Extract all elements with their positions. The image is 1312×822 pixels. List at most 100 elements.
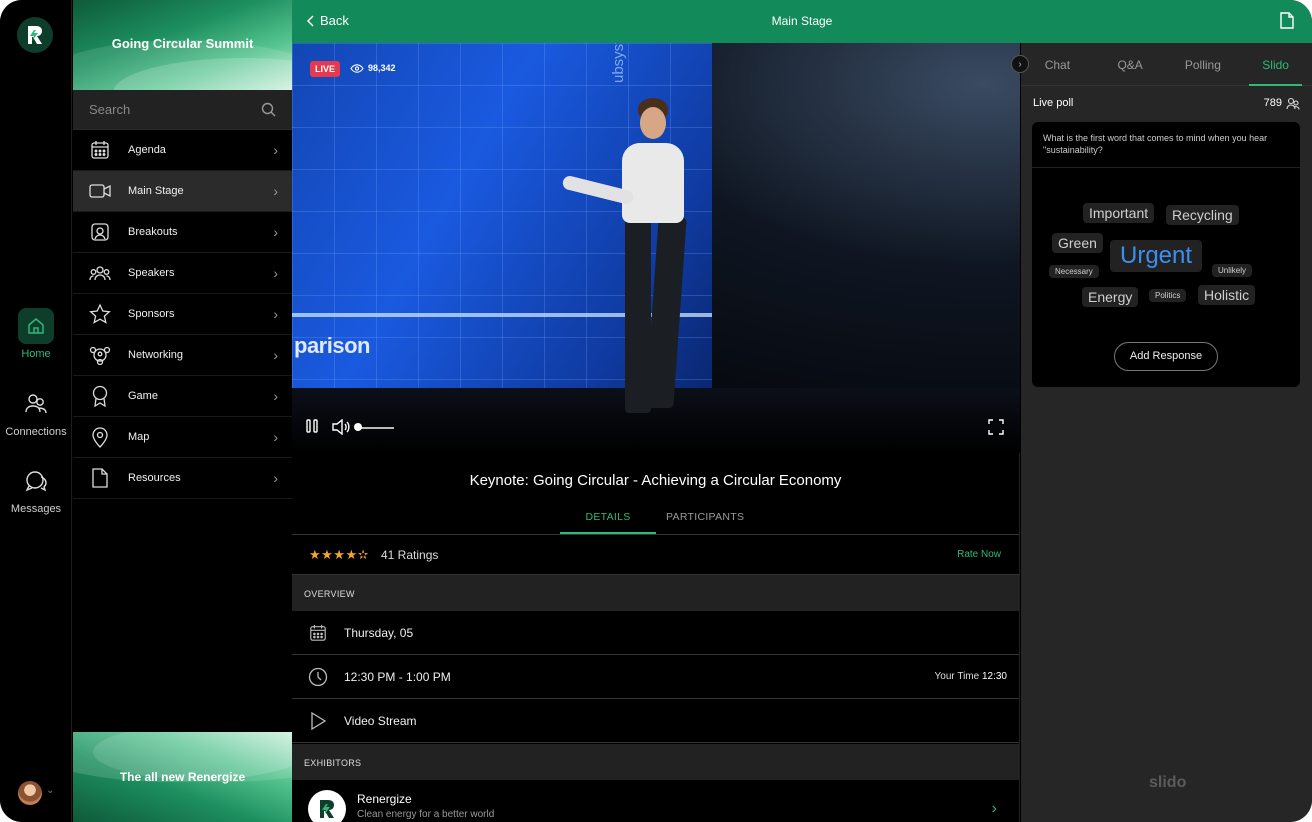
exhibitor-tagline: Clean energy for a better world xyxy=(357,809,495,820)
mute-button[interactable] xyxy=(332,418,350,440)
chevron-right-icon: › xyxy=(273,429,278,445)
top-bar: Back Main Stage xyxy=(292,0,1312,43)
chevron-right-icon: › xyxy=(273,347,278,363)
map-pin-icon xyxy=(89,426,111,448)
speakers-icon xyxy=(89,262,111,284)
chevron-right-icon: › xyxy=(273,224,278,240)
viewer-count: 98,342 xyxy=(350,63,396,73)
rail-connections-label: Connections xyxy=(5,426,67,438)
nav-item-networking[interactable]: Networking › xyxy=(73,335,292,376)
nav-item-label: Map xyxy=(128,431,150,443)
user-avatar[interactable] xyxy=(18,781,42,805)
add-response-button[interactable]: Add Response xyxy=(1114,342,1218,371)
rail-home[interactable]: Home xyxy=(0,308,72,360)
chevron-right-icon: › xyxy=(273,265,278,281)
word-cloud-item: Holistic xyxy=(1198,285,1256,305)
live-poll-label: Live poll xyxy=(1033,97,1074,109)
pause-button[interactable] xyxy=(306,419,318,438)
rate-now-link[interactable]: Rate Now xyxy=(957,549,1001,560)
nav-item-label: Speakers xyxy=(128,267,175,279)
ratings-row: ★★★★✫ 41 Ratings Rate Now xyxy=(292,535,1019,575)
people-icon xyxy=(1286,97,1300,110)
date-row: Thursday, 05 xyxy=(292,611,1019,655)
notes-button[interactable] xyxy=(1280,12,1294,34)
app-logo[interactable] xyxy=(17,17,53,53)
tab-slido[interactable]: Slido xyxy=(1239,43,1312,86)
chevron-right-icon: › xyxy=(273,142,278,158)
left-rail: Home Connections Messages ⌄ xyxy=(0,0,72,822)
word-cloud-item: Politics xyxy=(1149,289,1187,302)
video-controls xyxy=(292,417,1020,437)
tab-qa[interactable]: Q&A xyxy=(1094,43,1167,85)
stream-label: Video Stream xyxy=(344,713,417,728)
active-tab-indicator xyxy=(560,532,656,534)
session-date: Thursday, 05 xyxy=(344,625,414,640)
search-bar[interactable]: Search xyxy=(73,90,292,130)
screen-text: parison xyxy=(294,333,370,358)
word-cloud-item: Necessary xyxy=(1049,265,1099,278)
volume-slider-handle[interactable] xyxy=(354,423,362,431)
screen-vertical-text: ubsystem xyxy=(610,43,627,83)
viewer-count-value: 98,342 xyxy=(368,63,396,73)
promo-title: The all new Renergize xyxy=(119,770,246,784)
calendar-icon xyxy=(89,139,111,161)
nav-item-main-stage[interactable]: Main Stage › xyxy=(73,171,292,212)
session-time: 12:30 PM - 1:00 PM xyxy=(344,669,451,684)
nav-item-label: Main Stage xyxy=(128,185,184,197)
breakout-icon xyxy=(89,221,111,243)
play-icon xyxy=(292,711,344,730)
nav-item-agenda[interactable]: Agenda › xyxy=(73,130,292,171)
exhibitor-item[interactable]: Renergize Clean energy for a better worl… xyxy=(292,778,1019,822)
session-title: Keynote: Going Circular - Achieving a Ci… xyxy=(469,472,842,489)
nav-item-label: Agenda xyxy=(128,144,166,156)
word-cloud-item: Energy xyxy=(1082,287,1139,307)
chevron-down-icon[interactable]: ⌄ xyxy=(46,785,54,796)
poll-question: What is the first word that comes to min… xyxy=(1032,122,1300,168)
chevron-right-icon: › xyxy=(991,800,997,817)
nav-item-sponsors[interactable]: Sponsors › xyxy=(73,294,292,335)
star-rating: ★★★★✫ xyxy=(309,547,370,562)
overview-header: OVERVIEW xyxy=(292,575,1019,611)
tab-chat[interactable]: Chat xyxy=(1021,43,1094,85)
network-icon xyxy=(89,344,111,366)
stream-row[interactable]: Video Stream xyxy=(292,699,1019,743)
nav-item-breakouts[interactable]: Breakouts › xyxy=(73,212,292,253)
chevron-right-icon: › xyxy=(273,183,278,199)
nav-item-label: Resources xyxy=(128,472,181,484)
word-cloud-item: Unlikely xyxy=(1212,264,1253,277)
nav-item-map[interactable]: Map › xyxy=(73,417,292,458)
rail-home-label: Home xyxy=(21,348,51,360)
eye-icon xyxy=(350,63,364,73)
search-input[interactable]: Search xyxy=(89,102,130,117)
nav-item-label: Game xyxy=(128,390,158,402)
promo-banner[interactable]: The all new Renergize xyxy=(73,732,292,822)
chevron-right-icon: › xyxy=(273,470,278,486)
nav-item-game[interactable]: Game › xyxy=(73,376,292,417)
exhibitor-name: Renergize xyxy=(357,792,412,806)
document-icon xyxy=(1280,12,1294,29)
nav-item-label: Sponsors xyxy=(128,308,175,320)
nav-item-speakers[interactable]: Speakers › xyxy=(73,253,292,294)
video-player[interactable]: parison ubsystem LIVE 98,342 xyxy=(292,43,1020,453)
your-time-value: 12:30 xyxy=(981,671,1007,682)
rail-connections[interactable]: Connections xyxy=(0,386,72,438)
volume-icon xyxy=(332,418,350,436)
ratings-count: 41 Ratings xyxy=(381,548,439,562)
rail-messages[interactable]: Messages xyxy=(0,463,72,515)
panel-tabs: › Chat Q&A Polling Slido xyxy=(1011,43,1312,86)
word-cloud-item: Green xyxy=(1052,233,1103,253)
tab-participants[interactable]: PARTICIPANTS xyxy=(666,511,744,523)
fullscreen-button[interactable] xyxy=(988,419,1004,440)
clock-icon xyxy=(292,667,344,687)
nav-item-resources[interactable]: Resources › xyxy=(73,458,292,499)
exhibitors-header: EXHIBITORS xyxy=(292,744,1019,780)
rail-messages-label: Messages xyxy=(10,503,62,515)
participant-count: 789 xyxy=(1264,97,1300,110)
time-row: 12:30 PM - 1:00 PM Your Time 12:30 xyxy=(292,655,1019,699)
tab-details[interactable]: DETAILS xyxy=(560,511,656,523)
nav-item-label: Networking xyxy=(128,349,184,361)
event-title: Going Circular Summit xyxy=(111,36,254,51)
poll-card: What is the first word that comes to min… xyxy=(1032,122,1300,387)
video-icon xyxy=(89,180,111,202)
tab-polling[interactable]: Polling xyxy=(1167,43,1240,85)
